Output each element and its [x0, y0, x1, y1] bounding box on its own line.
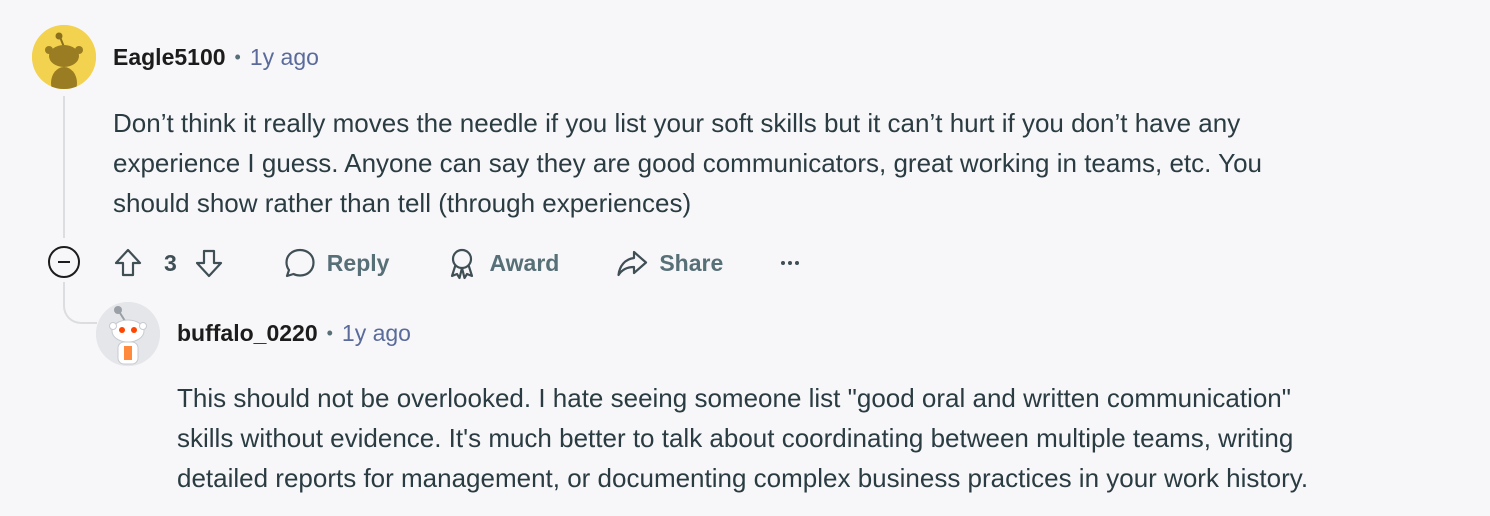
arrow-down-icon [195, 249, 222, 278]
share-button[interactable]: Share [615, 246, 723, 280]
comment-line: experience I guess. Anyone can say they … [113, 148, 1262, 178]
comment-body: This should not be overlooked. I hate se… [177, 378, 1308, 498]
ellipsis-icon [781, 261, 800, 265]
reply-connector [63, 282, 97, 324]
separator-dot: • [234, 47, 241, 67]
snoo-avatar-icon [96, 302, 160, 366]
username[interactable]: buffalo_0220 [177, 320, 318, 347]
timestamp[interactable]: 1y ago [250, 44, 319, 71]
award-label: Award [489, 249, 560, 276]
username[interactable]: Eagle5100 [113, 44, 226, 71]
vote-score: 3 [164, 249, 177, 276]
collapse-thread-button[interactable] [48, 246, 80, 278]
award-button[interactable]: Award [445, 246, 559, 280]
share-icon [617, 250, 648, 277]
comment-line: Don’t think it really moves the needle i… [113, 108, 1241, 138]
comment-action-bar: 3 Reply Award Share [108, 240, 800, 286]
comment-body: Don’t think it really moves the needle i… [113, 103, 1262, 223]
comment-bubble-icon [285, 248, 315, 278]
comment-meta: Eagle5100 • 1y ago [113, 44, 319, 71]
collapse-minus-icon [58, 261, 70, 263]
reply-button[interactable]: Reply [283, 246, 390, 280]
timestamp[interactable]: 1y ago [342, 320, 411, 347]
comment-line: detailed reports for management, or docu… [177, 463, 1309, 493]
comment-line: should show rather than tell (through ex… [113, 188, 692, 218]
more-options-button[interactable] [781, 261, 800, 265]
comment-line: This should not be overlooked. I hate se… [177, 383, 1291, 413]
comment-meta: buffalo_0220 • 1y ago [177, 320, 411, 347]
separator-dot: • [326, 323, 333, 343]
snoo-avatar-icon [32, 25, 96, 89]
thread-line[interactable] [63, 96, 65, 238]
arrow-up-icon [114, 248, 142, 277]
avatar[interactable] [96, 302, 160, 366]
avatar[interactable] [32, 25, 96, 89]
reply-label: Reply [326, 249, 390, 276]
share-label: Share [659, 249, 724, 276]
comment-thread: Eagle5100 • 1y ago Don’t think it really… [0, 0, 1490, 516]
downvote-button[interactable] [189, 243, 229, 283]
comment-line: skills without evidence. It's much bette… [177, 423, 1294, 453]
award-icon [451, 248, 474, 280]
upvote-button[interactable] [108, 243, 148, 283]
